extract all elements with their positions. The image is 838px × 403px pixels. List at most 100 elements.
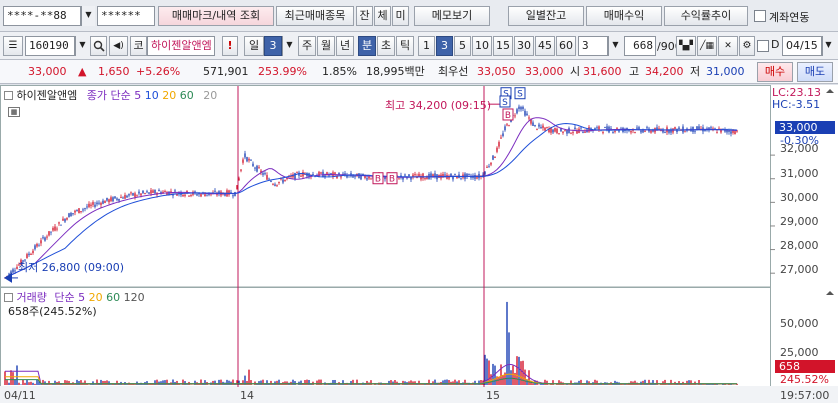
volume-bar: [126, 384, 128, 385]
candle-body: [206, 194, 208, 196]
account-dropdown[interactable]: ▼: [81, 6, 95, 26]
candle-body: [424, 178, 426, 180]
candle-body: [730, 131, 732, 134]
interval-3-button[interactable]: 3: [436, 36, 453, 56]
candle-body: [246, 157, 248, 162]
volume-bar: [258, 381, 260, 385]
grid-table-icon[interactable]: ▦: [8, 107, 20, 117]
candle-body: [486, 166, 488, 168]
interval-1-button[interactable]: 1: [418, 36, 435, 56]
buy-button[interactable]: 매수: [757, 62, 793, 82]
fill-button[interactable]: 체: [374, 6, 391, 26]
yield-trend-button[interactable]: 수익률추이: [664, 6, 748, 26]
volume-bar: [94, 384, 96, 385]
trade-marks-button[interactable]: 매매마크/내역 조회: [158, 6, 274, 26]
daily-balance-button[interactable]: 일별잔고: [508, 6, 584, 26]
interval-15-button[interactable]: 15: [493, 36, 513, 56]
vol-ma120-label: 120: [123, 291, 145, 304]
interval-30-button[interactable]: 30: [514, 36, 534, 56]
candle-body: [188, 195, 190, 197]
password-input[interactable]: ******: [97, 6, 155, 26]
account-input[interactable]: ****-**88: [3, 6, 81, 26]
interval-5-button[interactable]: 5: [454, 36, 471, 56]
volume-bar: [48, 380, 50, 385]
period-day-button[interactable]: 일: [244, 36, 264, 56]
candle-body: [242, 159, 244, 163]
date-dropdown[interactable]: ▼: [822, 36, 834, 56]
custom-interval-dropdown[interactable]: ▼: [608, 36, 622, 56]
stock-name-field[interactable]: 하이젠알앤엠: [147, 36, 215, 56]
price-stock-name: 하이젠알앤엠: [16, 89, 78, 102]
unfilled-button[interactable]: 미: [392, 6, 409, 26]
date-checkbox[interactable]: [757, 40, 769, 52]
candle-body: [454, 173, 456, 175]
candle-body: [398, 178, 400, 180]
count-input[interactable]: 668: [624, 36, 656, 56]
candle-body: [564, 130, 566, 132]
date-input[interactable]: 04/15: [782, 36, 822, 56]
chart-type-icon[interactable]: ▚▞: [676, 36, 696, 56]
search-icon[interactable]: [90, 36, 107, 56]
volume-bar: [286, 381, 288, 385]
candle-body: [496, 147, 498, 152]
y-tick-28000: 28,000: [780, 239, 819, 252]
volume-bar: [348, 384, 350, 385]
best-ask: 33,050: [477, 65, 516, 78]
custom-interval-input[interactable]: 3: [578, 36, 608, 56]
volume-bar: [260, 380, 262, 385]
candle-body: [366, 178, 368, 180]
candle-body: [30, 254, 32, 256]
volume-current-pct: 245.52%: [780, 373, 829, 386]
candle-body: [140, 193, 142, 196]
speaker-icon[interactable]: ◀): [109, 36, 128, 56]
second-button[interactable]: 초: [377, 36, 395, 56]
minute-button[interactable]: 분: [358, 36, 376, 56]
period-num-button[interactable]: 3: [264, 36, 282, 56]
volume-bar: [626, 384, 628, 385]
volume-bar: [498, 376, 500, 385]
candle-body: [104, 200, 106, 204]
volume-bar: [26, 379, 28, 385]
candle-body: [92, 202, 94, 205]
candle-body: [650, 130, 652, 133]
candle-body: [50, 231, 52, 233]
interval-10-button[interactable]: 10: [472, 36, 492, 56]
account-link-checkbox[interactable]: [754, 10, 766, 22]
interval-45-button[interactable]: 45: [535, 36, 555, 56]
volume-bar: [578, 380, 580, 385]
trade-profit-button[interactable]: 매매수익: [586, 6, 662, 26]
period-year-button[interactable]: 년: [336, 36, 354, 56]
volume-bar: [162, 380, 164, 385]
tools-icon[interactable]: ✕: [718, 36, 738, 56]
volume-bar: [544, 379, 546, 385]
volume-bar: [358, 384, 360, 385]
volume-bar: [694, 381, 696, 385]
period-month-button[interactable]: 월: [317, 36, 335, 56]
candle-body: [584, 131, 586, 133]
candle-body: [102, 200, 104, 204]
stock-code-input[interactable]: 160190: [25, 36, 75, 56]
stock-code-dropdown[interactable]: ▼: [75, 36, 89, 56]
memo-button[interactable]: 메모보기: [414, 6, 490, 26]
volume-bar: [730, 384, 732, 385]
collapse-icon: [826, 291, 834, 295]
candle-body: [658, 128, 660, 130]
sell-button[interactable]: 매도: [797, 62, 833, 82]
tick-button[interactable]: 틱: [396, 36, 414, 56]
indicator-icon[interactable]: ╱▦: [697, 36, 717, 56]
settings-gear-icon[interactable]: ⚙: [739, 36, 755, 56]
menu-icon[interactable]: ☰: [3, 36, 23, 56]
alert-icon[interactable]: !: [222, 36, 238, 56]
balance-button[interactable]: 잔: [356, 6, 373, 26]
interval-60-button[interactable]: 60: [556, 36, 576, 56]
volume-bar: [420, 384, 422, 385]
chart-area[interactable]: BBBSSS 하이젠알앤엠 종가 단순 5 10 20 60 20 ▦ 최고 3…: [0, 85, 838, 403]
candle-body: [490, 162, 492, 165]
period-week-button[interactable]: 주: [298, 36, 316, 56]
open-price: 31,600: [583, 65, 622, 78]
chart-canvas[interactable]: B BBS SS: [0, 85, 838, 403]
recent-items-button[interactable]: 최근매매종목: [276, 6, 354, 26]
candle-body: [142, 190, 144, 194]
volume-bar: [546, 380, 548, 385]
period-dropdown[interactable]: ▼: [282, 36, 296, 56]
